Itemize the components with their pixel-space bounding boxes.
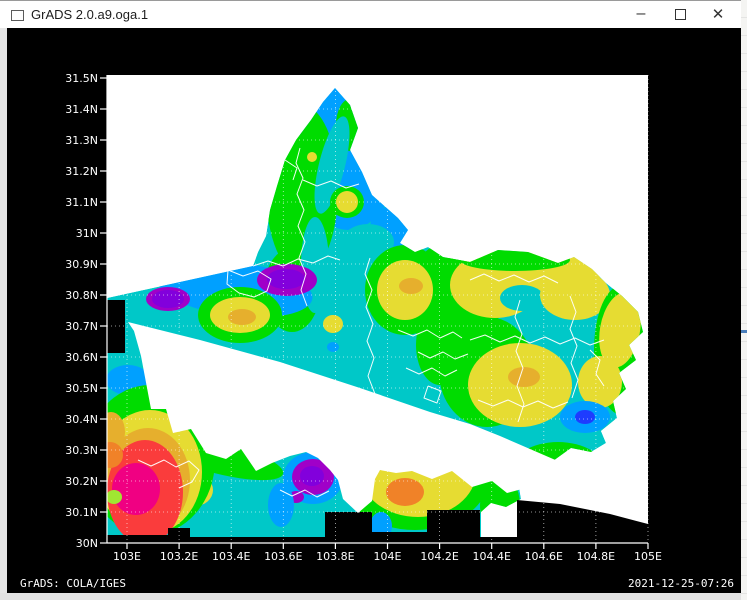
y-tick-label: 31.5N — [65, 72, 98, 85]
y-tick-label: 31.4N — [65, 103, 98, 116]
y-tick-label: 30.2N — [65, 475, 98, 488]
window-icon — [11, 10, 24, 21]
y-tick-label: 31.2N — [65, 165, 98, 178]
grads-window: 103E 103.2E 103.4E 103.6E 103.8E 104E 104.2E 10… — [0, 0, 747, 600]
x-tick-label: 103E — [113, 550, 141, 563]
y-tick-label: 30.1N — [65, 506, 98, 519]
y-tick-label: 30.5N — [65, 382, 98, 395]
close-button[interactable]: ✕ — [698, 0, 738, 28]
x-tick-label: 103.4E — [212, 550, 250, 563]
y-tick-label: 31.1N — [65, 196, 98, 209]
y-tick-label: 30.3N — [65, 444, 98, 457]
y-tick-label: 30.9N — [65, 258, 98, 271]
x-tick-label: 104.4E — [472, 550, 510, 563]
x-tick-label: 103.8E — [316, 550, 354, 563]
x-tick-label: 105E — [634, 550, 662, 563]
minimize-button[interactable]: – — [621, 0, 661, 28]
y-tick-label: 30N — [76, 537, 98, 550]
window-frame-bottom — [0, 593, 741, 600]
grads-plot-svg: 103E 103.2E 103.4E 103.6E 103.8E 104E 104.2E 10… — [0, 0, 747, 600]
y-tick-label: 31N — [76, 227, 98, 240]
grads-timestamp-text: 2021-12-25-07:26 — [628, 577, 734, 590]
x-tick-label: 104.6E — [525, 550, 563, 563]
y-tick-label: 30.4N — [65, 413, 98, 426]
y-tick-label: 30.6N — [65, 351, 98, 364]
y-tick-label: 30.8N — [65, 289, 98, 302]
window-title: GrADS 2.0.a9.oga.1 — [31, 7, 148, 22]
x-tick-label: 104.2E — [420, 550, 458, 563]
x-tick-label: 104.8E — [577, 550, 615, 563]
background-window-edge — [741, 0, 747, 600]
maximize-button[interactable] — [660, 0, 700, 28]
x-tick-label: 103.6E — [264, 550, 302, 563]
y-tick-label: 31.3N — [65, 134, 98, 147]
x-tick-label: 103.2E — [160, 550, 198, 563]
background-window-accent-line — [741, 330, 747, 333]
y-tick-label: 30.7N — [65, 320, 98, 333]
maximize-icon — [675, 9, 686, 20]
grads-credit-text: GrADS: COLA/IGES — [20, 577, 126, 590]
x-tick-label: 104E — [374, 550, 402, 563]
